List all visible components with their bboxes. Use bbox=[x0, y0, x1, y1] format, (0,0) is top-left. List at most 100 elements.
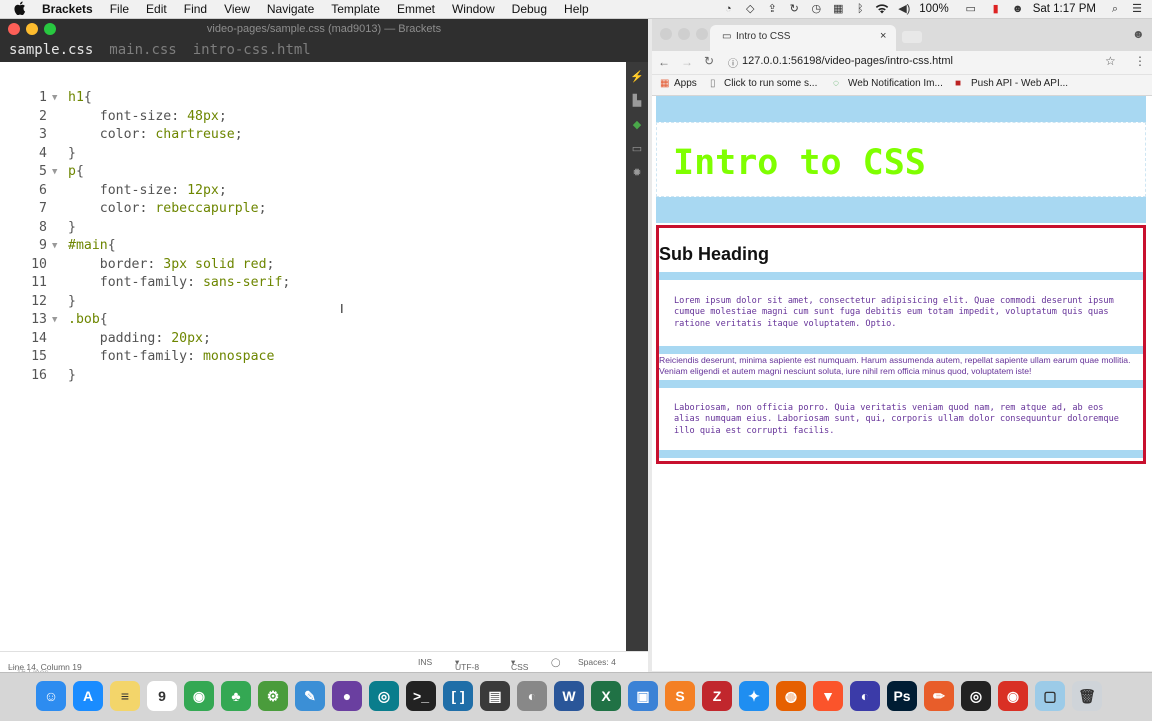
code-line[interactable]: 12} bbox=[0, 293, 626, 311]
code-line[interactable]: 5 ▼ p{ bbox=[0, 163, 626, 181]
dock-pencil-icon[interactable]: ✏ bbox=[924, 681, 954, 711]
close-window-button[interactable] bbox=[8, 23, 20, 35]
minimize-window-button[interactable] bbox=[26, 23, 38, 35]
menu-find[interactable]: Find bbox=[184, 2, 207, 16]
dock-gitbox-icon[interactable]: ⚙ bbox=[258, 681, 288, 711]
dock-xcode-icon[interactable]: ✎ bbox=[295, 681, 325, 711]
insert-mode-indicator[interactable]: INS bbox=[418, 657, 432, 667]
tray-app-icon[interactable]: ◔ bbox=[721, 3, 735, 15]
dock-safari-icon[interactable]: ✦ bbox=[739, 681, 769, 711]
tray-user-icon[interactable]: ☻ bbox=[1011, 3, 1025, 15]
close-tab-icon[interactable]: × bbox=[880, 30, 886, 42]
code-line[interactable]: 8} bbox=[0, 219, 626, 237]
dock-excel-icon[interactable]: X bbox=[591, 681, 621, 711]
dock-firefox-icon[interactable]: ◍ bbox=[776, 681, 806, 711]
maximize-window-button[interactable] bbox=[44, 23, 56, 35]
bookmark-click-to-run[interactable]: Click to run some s... bbox=[724, 78, 817, 89]
tray-memory-icon[interactable]: ▦ bbox=[831, 3, 845, 15]
dock-night-owl-icon[interactable]: ◐ bbox=[850, 681, 880, 711]
preview-panel-icon[interactable]: ▭ bbox=[630, 142, 644, 156]
code-line[interactable]: 15 font-family: monospace bbox=[0, 348, 626, 366]
spotlight-icon[interactable]: ⌕ bbox=[1108, 3, 1122, 15]
browser-tab-intro-to-css[interactable]: ▭ Intro to CSS × bbox=[710, 25, 896, 51]
fold-arrow-icon[interactable]: ▼ bbox=[52, 163, 57, 181]
dock-downloads-icon[interactable]: ▢ bbox=[1035, 681, 1065, 711]
code-line[interactable]: 7 color: rebeccapurple; bbox=[0, 200, 626, 218]
git-icon[interactable]: ◆ bbox=[630, 118, 644, 132]
fold-arrow-icon[interactable]: ▼ bbox=[52, 237, 57, 255]
browser-minimize-button[interactable] bbox=[678, 28, 690, 40]
code-line[interactable]: 4} bbox=[0, 145, 626, 163]
dock-screen-share-icon[interactable]: ▣ bbox=[628, 681, 658, 711]
dock-chrome-canary-icon[interactable]: ◉ bbox=[998, 681, 1028, 711]
dock-terminal-icon[interactable]: >_ bbox=[406, 681, 436, 711]
tab-main-css[interactable]: main.css bbox=[101, 42, 184, 62]
code-line[interactable]: 16} bbox=[0, 367, 626, 385]
tray-sync-icon[interactable]: ↻ bbox=[787, 3, 801, 15]
menu-debug[interactable]: Debug bbox=[512, 2, 547, 16]
battery-icon[interactable]: ▭ bbox=[961, 3, 981, 15]
dock-notes-icon[interactable]: ≡ bbox=[110, 681, 140, 711]
language-select[interactable]: CSS ▾ bbox=[511, 657, 528, 672]
code-line[interactable]: 13 ▼ .bob{ bbox=[0, 311, 626, 329]
code-line[interactable]: 1 ▼ h1{ bbox=[0, 89, 626, 107]
bookmark-web-notification[interactable]: Web Notification Im... bbox=[848, 78, 943, 89]
code-line[interactable]: 6 font-size: 12px; bbox=[0, 182, 626, 200]
dock-photoshop-icon[interactable]: Ps bbox=[887, 681, 917, 711]
dock-sequel-icon[interactable]: ◐ bbox=[517, 681, 547, 711]
dock-brackets-leaf-icon[interactable]: ♣ bbox=[221, 681, 251, 711]
dock-brave-icon[interactable]: ▼ bbox=[813, 681, 843, 711]
lightbulb-icon[interactable]: ✹ bbox=[630, 166, 644, 180]
dock-calendar-icon[interactable]: 9 bbox=[147, 681, 177, 711]
forward-icon[interactable]: → bbox=[681, 55, 693, 69]
tray-volume-icon[interactable]: ◀) bbox=[897, 3, 911, 15]
linter-status-icon[interactable]: ◯ bbox=[551, 657, 561, 668]
back-icon[interactable]: ← bbox=[658, 55, 670, 69]
reload-icon[interactable]: ↻ bbox=[704, 54, 714, 68]
tab-intro-css-html[interactable]: intro-css.html bbox=[185, 42, 319, 62]
browser-maximize-button[interactable] bbox=[696, 28, 708, 40]
menu-template[interactable]: Template bbox=[331, 2, 380, 16]
indent-setting[interactable]: Spaces: 4 bbox=[578, 657, 616, 667]
bookmark-push-api[interactable]: Push API - Web API... bbox=[971, 78, 1068, 89]
dock-github-icon[interactable]: ● bbox=[332, 681, 362, 711]
tray-time-machine-icon[interactable]: ◷ bbox=[809, 3, 823, 15]
dock-app-store-icon[interactable]: A bbox=[73, 681, 103, 711]
dock-word-icon[interactable]: W bbox=[554, 681, 584, 711]
tray-share-icon[interactable]: ⇪ bbox=[765, 3, 779, 15]
tray-wifi-icon[interactable] bbox=[875, 3, 889, 15]
extension-manager-icon[interactable]: ▙ bbox=[630, 94, 644, 108]
input-flag-icon[interactable]: ▮ bbox=[989, 3, 1003, 15]
apple-menu-icon[interactable] bbox=[14, 1, 28, 18]
menu-edit[interactable]: Edit bbox=[146, 2, 167, 16]
code-editor[interactable]: 1 ▼ h1{2 font-size: 48px; 3 color: chartreu… bbox=[0, 71, 626, 651]
dock-aperture-icon[interactable]: ◎ bbox=[961, 681, 991, 711]
menu-navigate[interactable]: Navigate bbox=[267, 2, 314, 16]
dock-sublime-icon[interactable]: S bbox=[665, 681, 695, 711]
browser-close-button[interactable] bbox=[660, 28, 672, 40]
code-line[interactable]: 9 ▼ #main{ bbox=[0, 237, 626, 255]
profile-icon[interactable]: ☻ bbox=[1132, 27, 1145, 41]
dock-notebook-icon[interactable]: ▤ bbox=[480, 681, 510, 711]
notification-center-icon[interactable]: ☰ bbox=[1130, 3, 1144, 15]
fold-arrow-icon[interactable]: ▼ bbox=[52, 311, 57, 329]
new-tab-button[interactable] bbox=[902, 31, 922, 43]
menu-help[interactable]: Help bbox=[564, 2, 589, 16]
code-line[interactable]: 10 border: 3px solid red; bbox=[0, 256, 626, 274]
menu-file[interactable]: File bbox=[110, 2, 129, 16]
page-info-icon[interactable]: ⓘ bbox=[728, 55, 738, 70]
dock-trash-icon[interactable]: 🗑 bbox=[1072, 681, 1102, 711]
dock-filezilla-icon[interactable]: Z bbox=[702, 681, 732, 711]
bookmark-apps[interactable]: Apps bbox=[674, 78, 697, 89]
dock-sourcetree-icon[interactable]: ◎ bbox=[369, 681, 399, 711]
live-preview-icon[interactable]: ⚡ bbox=[630, 70, 644, 84]
tab-sample-css[interactable]: sample.css bbox=[1, 42, 101, 62]
dock-brackets-icon[interactable]: [ ] bbox=[443, 681, 473, 711]
encoding-select[interactable]: UTF-8 ▾ bbox=[455, 657, 479, 672]
dock-finder-icon[interactable]: ☺ bbox=[36, 681, 66, 711]
code-line[interactable]: 11 font-family: sans-serif; bbox=[0, 274, 626, 292]
menubar-clock[interactable]: Sat 1:17 PM bbox=[1033, 3, 1096, 15]
menu-window[interactable]: Window bbox=[452, 2, 495, 16]
bookmark-star-icon[interactable]: ☆ bbox=[1105, 54, 1116, 68]
code-line[interactable]: 3 color: chartreuse; bbox=[0, 126, 626, 144]
